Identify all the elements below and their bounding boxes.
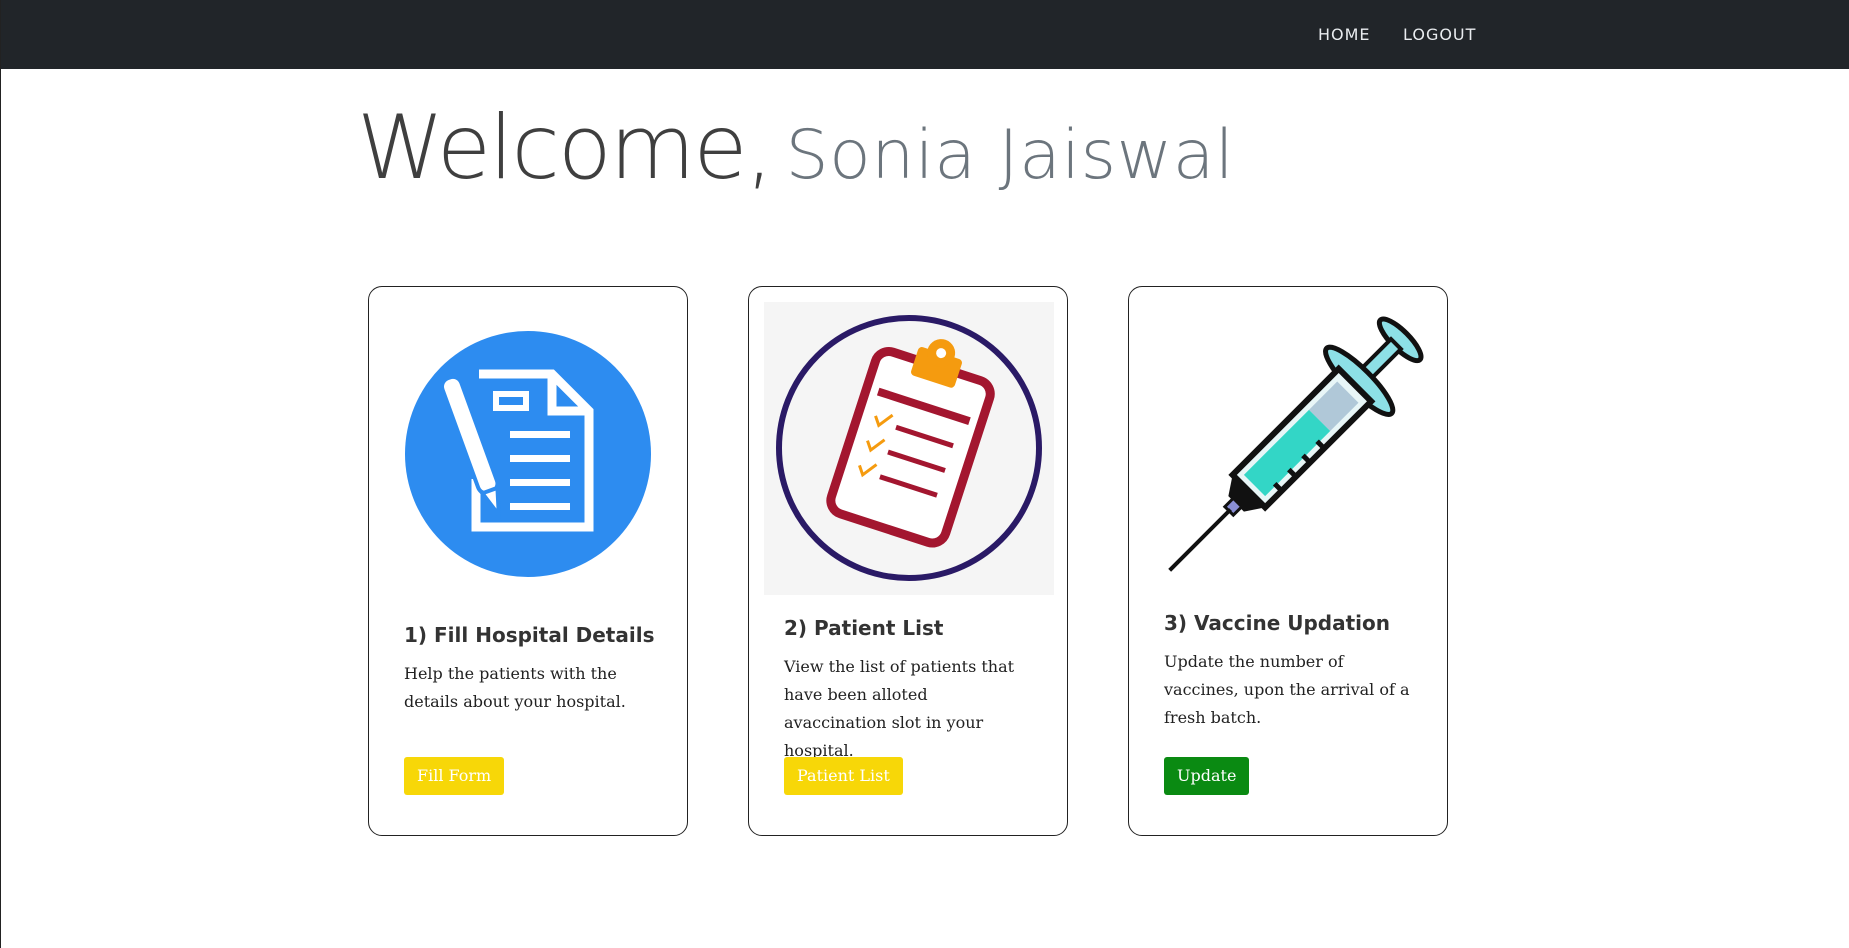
card-fill-hospital-details: 1) Fill Hospital Details Help the patien… xyxy=(368,286,688,836)
nav-home-link[interactable]: HOME xyxy=(1318,25,1371,44)
nav-logout-link[interactable]: LOGOUT xyxy=(1403,25,1476,44)
welcome-heading: Welcome, Sonia Jaiswal xyxy=(357,96,1234,199)
card-description: Help the patients with the details about… xyxy=(404,664,626,711)
update-button[interactable]: Update xyxy=(1164,757,1250,795)
card-patient-list: 2) Patient List View the list of patient… xyxy=(748,286,1068,836)
fill-form-button[interactable]: Fill Form xyxy=(404,757,505,795)
card-description: View the list of patients that have been… xyxy=(784,657,1015,760)
card-vaccine-updation: 3) Vaccine Updation Update the number of… xyxy=(1128,286,1448,836)
patient-list-button[interactable]: Patient List xyxy=(784,757,903,795)
top-navbar: HOME LOGOUT xyxy=(1,0,1849,69)
card-title: 1) Fill Hospital Details xyxy=(404,623,655,647)
welcome-user-name: Sonia Jaiswal xyxy=(785,116,1235,195)
card-title: 2) Patient List xyxy=(784,616,944,640)
syringe-icon xyxy=(1157,313,1427,587)
welcome-greeting: Welcome, xyxy=(357,96,774,199)
clipboard-checklist-icon xyxy=(764,302,1054,599)
card-description: Update the number of vaccines, upon the … xyxy=(1164,652,1410,727)
document-pen-icon xyxy=(404,331,652,581)
card-title: 3) Vaccine Updation xyxy=(1164,611,1390,635)
